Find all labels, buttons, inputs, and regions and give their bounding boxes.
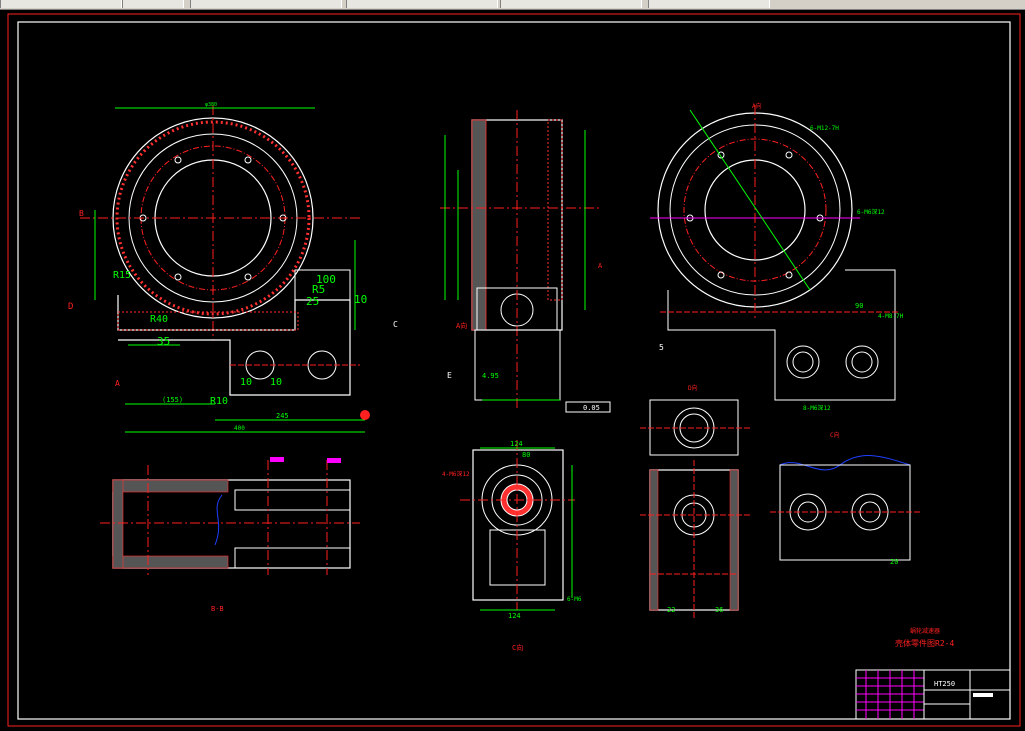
dim-r40: R40	[150, 314, 168, 325]
dim-10: 10	[354, 293, 367, 306]
side-view: 0.05 4.95 E A向 A	[440, 110, 611, 413]
view-label-a-top: A向	[752, 102, 762, 110]
view-label-bb: B-B	[211, 605, 224, 613]
toolbar-field-6[interactable]	[648, 0, 770, 8]
detail-view: 20	[770, 455, 920, 566]
material-label: HT250	[934, 680, 955, 688]
main-view: φ380 400 245 (155) 35 25 100 10 R5 R10 R…	[68, 102, 398, 433]
svg-text:B: B	[79, 209, 84, 218]
title-block: HT250	[855, 669, 1011, 720]
dim-80: 80	[522, 451, 530, 459]
svg-text:10: 10	[240, 377, 252, 388]
svg-text:A向: A向	[456, 321, 467, 330]
dim-25: 25	[306, 295, 319, 308]
title-cn: 蜗轮减速器	[910, 627, 940, 635]
hole-callout-4: 4-M6深12	[442, 470, 470, 478]
toolbar-field-5[interactable]	[500, 0, 642, 8]
dim-5: 5	[659, 343, 664, 352]
dim-124-top: 124	[510, 440, 523, 448]
dim-124-bottom: 124	[508, 612, 521, 620]
cad-drawing: φ380 400 245 (155) 35 25 100 10 R5 R10 R…	[7, 13, 1021, 727]
hole-callout-3: 4-M8-7H	[878, 313, 904, 320]
drawing-number: 壳体零件图R2-4	[895, 638, 954, 648]
toolbar-field-4[interactable]	[346, 0, 498, 8]
dim-r5: R5	[312, 283, 325, 296]
view-label-d: D向	[688, 384, 698, 392]
dim-35: 35	[157, 335, 170, 348]
view-c: 124 80 124 4-M6深12 6-M6 C向	[442, 440, 582, 652]
svg-text:φ380: φ380	[205, 102, 217, 108]
toolbar-field-3[interactable]	[190, 0, 342, 8]
svg-text:D: D	[68, 302, 73, 312]
dim-20: 20	[890, 558, 898, 566]
dim-r10: R10	[210, 396, 228, 407]
tolerance-value: 0.05	[583, 404, 600, 412]
view-label-c: C向	[830, 431, 840, 439]
toolbar	[0, 0, 1025, 10]
svg-text:10: 10	[270, 377, 282, 388]
svg-text:A: A	[598, 262, 603, 270]
dim-245: 245	[276, 412, 289, 420]
toolbar-field-1[interactable]	[0, 0, 122, 8]
dim-overall-width: 400	[234, 425, 245, 432]
dim-155: (155)	[162, 396, 183, 404]
section-bb: B-B	[100, 457, 360, 613]
hole-callout-1: 6-M12-7H	[810, 125, 839, 132]
svg-text:C: C	[393, 320, 398, 329]
view-label-c-bottom: C向	[512, 643, 523, 652]
dim-r15: R15	[113, 270, 131, 281]
dim-4-95: 4.95	[482, 372, 499, 380]
svg-text:A: A	[115, 379, 120, 388]
svg-text:E: E	[447, 371, 452, 380]
cad-drawing-canvas[interactable]: φ380 400 245 (155) 35 25 100 10 R5 R10 R…	[0, 10, 1025, 731]
view-d: D向 22 36	[640, 384, 750, 620]
hole-callout-6: 6-M6	[567, 596, 582, 603]
dim-22: 22	[667, 606, 675, 614]
toolbar-field-2[interactable]	[122, 0, 184, 8]
dim-90: 90	[855, 302, 863, 310]
hole-callout-2: 6-M6深12	[857, 208, 885, 216]
dim-36: 36	[715, 606, 723, 614]
hole-callout-5: 8-M6深12	[803, 404, 831, 412]
